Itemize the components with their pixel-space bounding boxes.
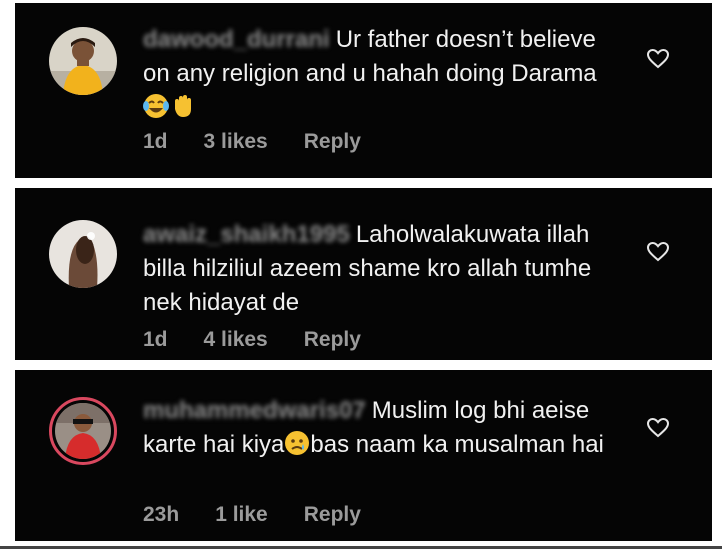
comment-text: muhammedwaris07 Muslim log bhi aeise kart… [143, 394, 613, 462]
likes-count[interactable]: 1 like [215, 503, 268, 526]
username[interactable]: awaiz_shaikh1995 [143, 218, 350, 252]
avatar[interactable] [49, 27, 117, 95]
comment-meta: 23h 1 like Reply [143, 503, 397, 527]
avatar[interactable] [49, 220, 117, 288]
likes-count[interactable]: 4 likes [204, 328, 268, 351]
comment-body-end: bas naam ka musalman hai [310, 431, 604, 458]
comment-time: 1d [143, 130, 168, 153]
reply-button[interactable]: Reply [304, 503, 361, 526]
heart-icon[interactable] [646, 47, 670, 71]
username[interactable]: muhammedwaris07 [143, 394, 366, 428]
comment-time: 23h [143, 503, 180, 526]
comment-card: muhammedwaris07 Muslim log bhi aeise kart… [15, 370, 712, 541]
username[interactable]: dawood_durrani [143, 23, 330, 57]
reply-button[interactable]: Reply [304, 328, 361, 351]
heart-icon[interactable] [646, 416, 670, 440]
crying-face-icon [284, 430, 310, 456]
waving-hand-icon [169, 93, 195, 119]
comment-meta: 1d 3 likes Reply [143, 130, 397, 154]
comment-card: dawood_durrani Ur father doesn’t believe … [15, 3, 712, 178]
comment-time: 1d [143, 328, 168, 351]
face-with-tears-of-joy-icon [143, 93, 169, 119]
likes-count[interactable]: 3 likes [204, 130, 268, 153]
heart-icon[interactable] [646, 240, 670, 264]
comment-meta: 1d 4 likes Reply [143, 328, 397, 352]
comment-card: awaiz_shaikh1995 Laholwalakuwata illah bi… [15, 188, 712, 360]
reply-button[interactable]: Reply [304, 130, 361, 153]
avatar-with-story-ring[interactable] [49, 397, 117, 465]
comment-text: awaiz_shaikh1995 Laholwalakuwata illah bi… [143, 218, 613, 320]
comment-text: dawood_durrani Ur father doesn’t believe … [143, 23, 613, 125]
